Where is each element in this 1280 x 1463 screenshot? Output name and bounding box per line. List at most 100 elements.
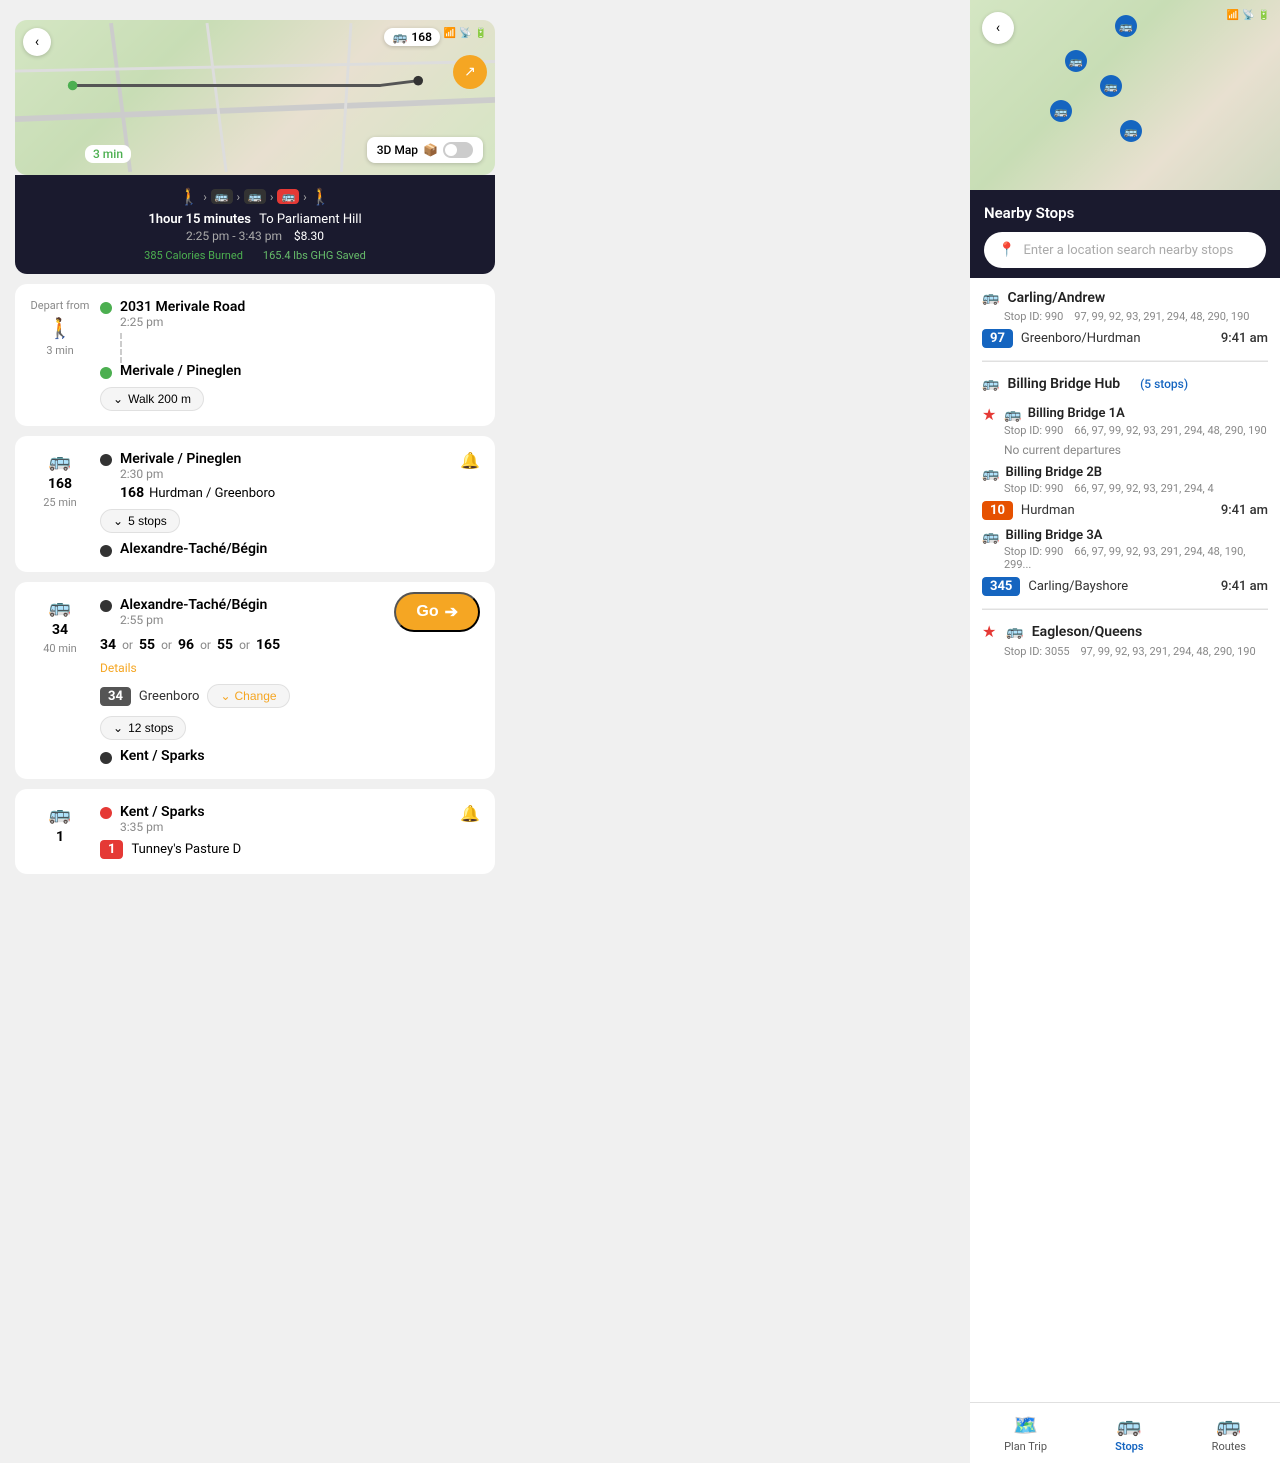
stop-header-eagleson: ★ 🚌 Eagleson/Queens	[982, 622, 1268, 641]
trip-step-2: 🚌 168 25 min Merivale / Pineglen 2:30 pm…	[15, 436, 495, 572]
arrow-right-icon: ➔	[445, 602, 458, 622]
location-icon: 📍	[998, 242, 1015, 258]
step-1-left-col: Depart from 🚶 3 min	[30, 299, 90, 411]
bell-icon[interactable]: 🔔	[460, 451, 480, 470]
bus-stop-icon-1: 🚌	[982, 290, 999, 306]
details-link[interactable]: Details	[100, 661, 137, 675]
route-badge-97: 97	[982, 329, 1013, 348]
favorite-star-1a[interactable]: ★	[982, 405, 996, 424]
stops-list: 🚌 Carling/Andrew Stop ID: 990 97, 99, 92…	[970, 278, 1280, 1402]
toggle-knob	[445, 144, 457, 156]
trip-eco-row: 385 Calories Burned 165.4 lbs GHG Saved	[30, 249, 480, 262]
map-status-icons: 📶 📡 🔋	[444, 28, 487, 39]
nearby-search-bar[interactable]: 📍 Enter a location search nearby stops	[984, 232, 1266, 268]
walk-btn[interactable]: ⌄ Walk 200 m	[100, 387, 204, 411]
step-dot-end	[100, 367, 112, 379]
step-1-content: 2031 Merivale Road 2:25 pm Merivale / Pi…	[100, 299, 480, 411]
trip-icons-row: 🚶 › 🚌 › 🚌 › 🚌 › 🚶	[30, 187, 480, 206]
map-background: ‹ 🚌 168 📶 📡 🔋 ↗ 3 min 3D Map 📦	[15, 20, 495, 175]
bus-stop-marker-5[interactable]: 🚌	[1120, 120, 1142, 142]
favorite-star-eagleson[interactable]: ★	[982, 622, 996, 641]
step-dot-bus-start	[100, 454, 112, 466]
map-bus-icon-small: 🚌	[392, 30, 407, 44]
trip-step-4: 🚌 1 Kent / Sparks 3:35 pm 🔔	[15, 789, 495, 874]
bus-stop-marker-1[interactable]: 🚌	[1115, 15, 1137, 37]
nav-plan-trip[interactable]: 🗺️ Plan Trip	[1004, 1413, 1047, 1453]
stops-btn-3[interactable]: ⌄ 12 stops	[100, 716, 186, 740]
bus-1-badge: 1	[100, 840, 123, 859]
stop-name-eagleson: Eagleson/Queens	[1032, 624, 1142, 640]
map-bus-badge: 🚌 168	[384, 28, 440, 46]
nav-stops[interactable]: 🚌 Stops	[1115, 1413, 1143, 1453]
step-2-left-col: 🚌 168 25 min	[30, 451, 90, 557]
stops-btn[interactable]: ⌄ 5 stops	[100, 509, 180, 533]
stop-count-billing: (5 stops)	[1140, 377, 1188, 391]
signal-icon: 📶	[444, 28, 456, 39]
bus-stop-icon-2: 🚌	[982, 376, 999, 392]
step-dot-red-start	[100, 807, 112, 819]
chevron-down-icon: ⌄	[113, 392, 123, 406]
wifi-icon-right: 📡	[1242, 10, 1254, 21]
bus-badge-2: 🚌	[244, 189, 266, 204]
map-share-button[interactable]: ↗	[453, 55, 487, 89]
sub-stop-1a: ★ 🚌 Billing Bridge 1A Stop ID: 990 66, 9…	[982, 397, 1268, 457]
chevron-down-icon-4: ⌄	[113, 721, 123, 735]
stop-header-carling: 🚌 Carling/Andrew	[982, 290, 1268, 306]
route-badge-10: 10	[982, 501, 1013, 520]
map-walk-time: 3 min	[85, 145, 131, 163]
stop-id-routes-eagleson: Stop ID: 3055 97, 99, 92, 93, 291, 294, …	[1004, 645, 1268, 658]
no-departures-1a: No current departures	[1004, 443, 1268, 457]
stop-name-billing: Billing Bridge Hub	[1007, 376, 1120, 392]
cube-icon: 📦	[423, 143, 438, 157]
right-map: ‹ 📶 📡 🔋 🚌 🚌 🚌 🚌 🚌	[970, 0, 1280, 190]
battery-icon: 🔋	[475, 28, 487, 39]
stops-icon: 🚌	[1117, 1413, 1142, 1437]
step-dot-start	[100, 302, 112, 314]
calories-info: 385 Calories Burned	[144, 249, 243, 262]
bell-icon-4[interactable]: 🔔	[460, 804, 480, 823]
map-3d-button[interactable]: 3D Map 📦	[367, 137, 483, 163]
route-select-row: 34 Greenboro ⌄ Change	[100, 684, 480, 708]
stop-eagleson: ★ 🚌 Eagleson/Queens Stop ID: 3055 97, 99…	[982, 610, 1268, 676]
change-button[interactable]: ⌄ Change	[207, 684, 289, 708]
bus-icon-4: 🚌	[49, 804, 71, 825]
battery-icon-right: 🔋	[1258, 10, 1270, 21]
step-2-content: Merivale / Pineglen 2:30 pm 168 Hurdman …	[100, 451, 480, 557]
go-button[interactable]: Go ➔	[394, 592, 480, 632]
stop-id-1a: Stop ID: 990 66, 97, 99, 92, 93, 291, 29…	[1004, 424, 1268, 437]
bus-icon-3a: 🚌	[982, 529, 999, 545]
bus-stop-marker-2[interactable]: 🚌	[1065, 50, 1087, 72]
walk-icon-1: 🚶	[179, 187, 199, 206]
walk-icon-2: 🚶	[311, 187, 331, 206]
bus-stop-marker-4[interactable]: 🚌	[1050, 100, 1072, 122]
left-panel: ‹ 🚌 168 📶 📡 🔋 ↗ 3 min 3D Map 📦	[0, 0, 510, 1463]
sub-stop-3a: 🚌 Billing Bridge 3A Stop ID: 990 66, 97,…	[982, 520, 1268, 596]
departure-row-2b: 10 Hurdman 9:41 am	[982, 501, 1268, 520]
bus-badge-3: 🚌	[277, 189, 299, 204]
search-placeholder: Enter a location search nearby stops	[1023, 243, 1233, 258]
bus-icon: 🚌	[49, 451, 71, 472]
step-4-content: Kent / Sparks 3:35 pm 🔔 1 Tunney's Pastu…	[100, 804, 480, 859]
stop-id-routes-carling: Stop ID: 990 97, 99, 92, 93, 291, 294, 4…	[1004, 310, 1268, 323]
stop-name-carling: Carling/Andrew	[1007, 290, 1105, 306]
step-4-left-col: 🚌 1	[30, 804, 90, 859]
bus-icon-2b: 🚌	[982, 466, 999, 482]
routes-icon: 🚌	[1216, 1413, 1241, 1437]
walk-icon: 🚶	[48, 316, 73, 340]
right-map-back-button[interactable]: ‹	[982, 12, 1014, 44]
trip-time-price: 2:25 pm - 3:43 pm $8.30	[30, 229, 480, 243]
nav-routes[interactable]: 🚌 Routes	[1212, 1413, 1246, 1453]
bus-options-row: 34 or 55 or 96 or 55 or 165	[100, 637, 480, 653]
stop-billing-bridge: 🚌 Billing Bridge Hub (5 stops) ★ 🚌 Billi…	[982, 362, 1268, 609]
stop-id-3a: Stop ID: 990 66, 97, 99, 92, 93, 291, 29…	[1004, 545, 1268, 571]
step-dot-transfer-start	[100, 600, 112, 612]
step-dot-bus-end	[100, 545, 112, 557]
step-3-content: Alexandre-Taché/Bégin 2:55 pm Go ➔ 34 or…	[100, 597, 480, 764]
map-back-button[interactable]: ‹	[23, 28, 51, 56]
chevron-down-icon-3: ⌄	[220, 689, 230, 703]
trip-step-3: 🚌 34 40 min Alexandre-Taché/Bégin 2:55 p…	[15, 582, 495, 779]
3d-toggle[interactable]	[443, 142, 473, 158]
nearby-title: Nearby Stops	[984, 204, 1266, 222]
ghg-info: 165.4 lbs GHG Saved	[263, 249, 366, 262]
bus-stop-marker-3[interactable]: 🚌	[1100, 75, 1122, 97]
